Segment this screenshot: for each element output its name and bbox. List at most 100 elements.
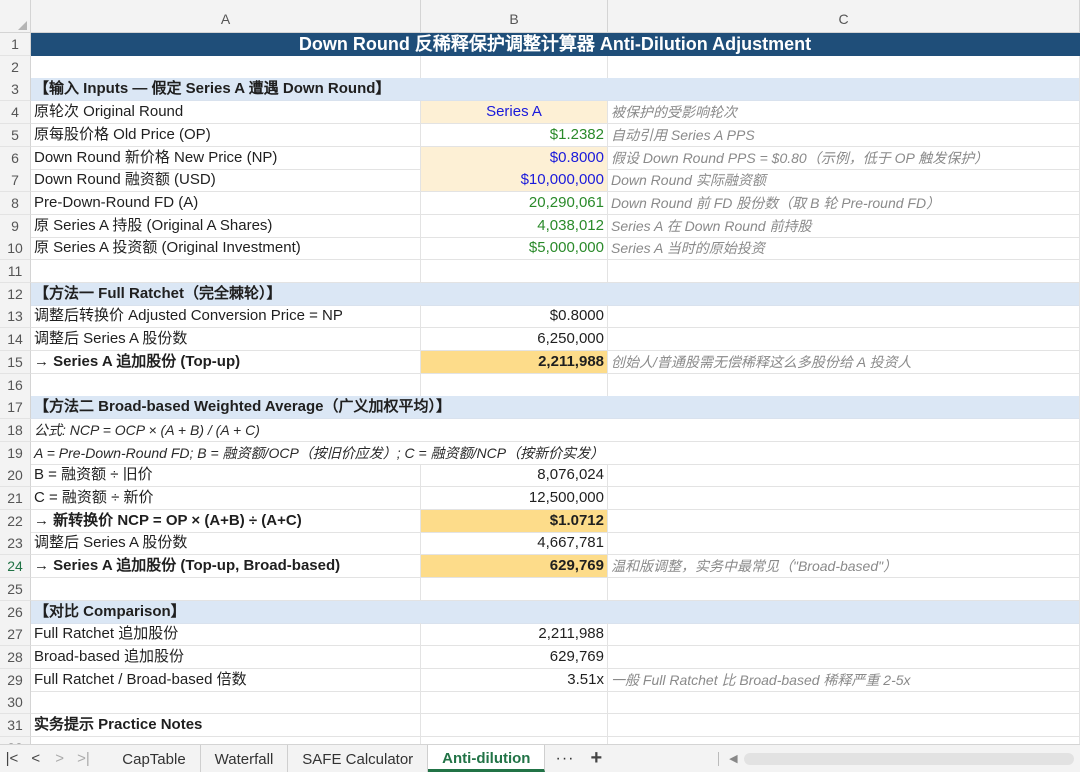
cell-c[interactable]: 一般 Full Ratchet 比 Broad-based 稀释严重 2-5x bbox=[608, 668, 1080, 692]
row-number[interactable]: 12 bbox=[0, 282, 31, 306]
cell-c[interactable] bbox=[608, 691, 1080, 715]
row-number[interactable]: 19 bbox=[0, 441, 31, 465]
cell-c[interactable]: 自动引用 Series A PPS bbox=[608, 123, 1080, 147]
row-number[interactable]: 17 bbox=[0, 396, 31, 420]
row-number[interactable]: 11 bbox=[0, 260, 31, 283]
cell-b[interactable]: $0.8000 bbox=[421, 146, 608, 170]
scroll-left-icon[interactable]: ◀ bbox=[729, 752, 737, 765]
cell-b[interactable]: 629,769 bbox=[421, 645, 608, 669]
cell-c[interactable] bbox=[608, 623, 1080, 647]
cell-c[interactable] bbox=[608, 532, 1080, 556]
more-sheets-icon[interactable]: ··· bbox=[545, 750, 584, 768]
cell-a[interactable]: Down Round 融资额 (USD) bbox=[31, 169, 421, 193]
row-number[interactable]: 7 bbox=[0, 169, 31, 193]
cell-a[interactable] bbox=[31, 260, 421, 283]
column-header-a[interactable]: A bbox=[31, 0, 421, 33]
row-number[interactable]: 25 bbox=[0, 577, 31, 601]
prev-sheet-icon[interactable]: < bbox=[24, 750, 48, 767]
cell-b[interactable] bbox=[421, 373, 608, 397]
cell-c[interactable] bbox=[608, 260, 1080, 283]
cell-a[interactable]: C = 融资额 ÷ 新价 bbox=[31, 487, 421, 510]
cell-b[interactable]: $1.2382 bbox=[421, 123, 608, 147]
cell-a[interactable]: 调整后 Series A 股份数 bbox=[31, 328, 421, 352]
cell-a[interactable] bbox=[31, 691, 421, 715]
row-number[interactable]: 10 bbox=[0, 237, 31, 261]
tab-safe-calculator[interactable]: SAFE Calculator bbox=[288, 745, 429, 772]
section-header-cell[interactable]: 【输入 Inputs — 假定 Series A 遭遇 Down Round】 bbox=[31, 78, 1080, 102]
cell-a[interactable]: → 新转换价 NCP = OP × (A+B) ÷ (A+C) bbox=[31, 509, 421, 533]
cell-c[interactable] bbox=[608, 55, 1080, 79]
row-number[interactable]: 14 bbox=[0, 328, 31, 352]
cell-a[interactable]: 原轮次 Original Round bbox=[31, 101, 421, 125]
row-number[interactable]: 13 bbox=[0, 305, 31, 329]
cell-b[interactable]: $10,000,000 bbox=[421, 169, 608, 193]
section-header-cell[interactable]: 【方法二 Broad-based Weighted Average（广义加权平均… bbox=[31, 396, 1080, 420]
row-number[interactable]: 1 bbox=[0, 33, 31, 56]
row-number[interactable]: 26 bbox=[0, 600, 31, 624]
cell-a[interactable]: → Series A 追加股份 (Top-up) bbox=[31, 350, 421, 374]
tab-captable[interactable]: CapTable bbox=[108, 745, 201, 772]
column-header-b[interactable]: B bbox=[421, 0, 608, 33]
first-sheet-icon[interactable]: |< bbox=[0, 750, 24, 767]
cell-a[interactable]: 实务提示 Practice Notes bbox=[31, 714, 421, 737]
section-header-cell[interactable]: 【对比 Comparison】 bbox=[31, 600, 1080, 624]
cell-c[interactable] bbox=[608, 645, 1080, 669]
cell-b[interactable] bbox=[421, 736, 608, 744]
formula-note-cell[interactable]: 公式: NCP = OCP × (A + B) / (A + C) bbox=[31, 418, 1080, 442]
row-number[interactable]: 2 bbox=[0, 55, 31, 79]
cell-a[interactable]: Full Ratchet 追加股份 bbox=[31, 623, 421, 647]
select-all-corner[interactable] bbox=[0, 0, 31, 33]
cell-b[interactable]: 629,769 bbox=[421, 555, 608, 579]
cell-b[interactable]: 2,211,988 bbox=[421, 623, 608, 647]
row-number[interactable]: 22 bbox=[0, 509, 31, 533]
cell-b[interactable]: 4,038,012 bbox=[421, 214, 608, 238]
row-number[interactable]: 24 bbox=[0, 555, 31, 579]
row-number[interactable]: 29 bbox=[0, 668, 31, 692]
cell-b[interactable]: $1.0712 bbox=[421, 509, 608, 533]
row-number[interactable]: 18 bbox=[0, 418, 31, 442]
cell-c[interactable]: Series A 当时的原始投资 bbox=[608, 237, 1080, 261]
cell-c[interactable] bbox=[608, 373, 1080, 397]
cell-c[interactable] bbox=[608, 577, 1080, 601]
cell-c[interactable]: 被保护的受影响轮次 bbox=[608, 101, 1080, 125]
cell-b[interactable] bbox=[421, 691, 608, 715]
add-sheet-button[interactable]: + bbox=[584, 747, 608, 770]
cell-b[interactable]: Series A bbox=[421, 101, 608, 125]
row-number[interactable]: 3 bbox=[0, 78, 31, 102]
cell-a[interactable]: 调整后 Series A 股份数 bbox=[31, 532, 421, 556]
cell-a[interactable]: Pre-Down-Round FD (A) bbox=[31, 191, 421, 215]
cell-b[interactable]: $0.8000 bbox=[421, 305, 608, 329]
cell-b[interactable] bbox=[421, 55, 608, 79]
tab-anti-dilution[interactable]: Anti-dilution bbox=[428, 745, 546, 772]
cell-a[interactable]: Broad-based 追加股份 bbox=[31, 645, 421, 669]
cell-c[interactable]: 温和版调整，实务中最常见（"Broad-based"） bbox=[608, 555, 1080, 579]
cell-b[interactable]: 2,211,988 bbox=[421, 350, 608, 374]
cell-c[interactable]: Down Round 实际融资额 bbox=[608, 169, 1080, 193]
row-number[interactable]: 20 bbox=[0, 464, 31, 488]
cell-a[interactable]: 原每股价格 Old Price (OP) bbox=[31, 123, 421, 147]
last-sheet-icon[interactable]: >| bbox=[72, 750, 96, 767]
cell-c[interactable]: Series A 在 Down Round 前持股 bbox=[608, 214, 1080, 238]
row-number[interactable]: 16 bbox=[0, 373, 31, 397]
cell-a[interactable]: 原 Series A 持股 (Original A Shares) bbox=[31, 214, 421, 238]
cell-b[interactable]: 20,290,061 bbox=[421, 191, 608, 215]
cell-a[interactable]: → Series A 追加股份 (Top-up, Broad-based) bbox=[31, 555, 421, 579]
cell-b[interactable] bbox=[421, 260, 608, 283]
cell-a[interactable]: Down Round 新价格 New Price (NP) bbox=[31, 146, 421, 170]
cell-a[interactable]: Full Ratchet / Broad-based 倍数 bbox=[31, 668, 421, 692]
cell-c[interactable] bbox=[608, 509, 1080, 533]
next-sheet-icon[interactable]: > bbox=[48, 750, 72, 767]
cell-b[interactable]: 8,076,024 bbox=[421, 464, 608, 488]
cell-c[interactable] bbox=[608, 328, 1080, 352]
sheet-title-cell[interactable]: Down Round 反稀释保护调整计算器 Anti-Dilution Adju… bbox=[31, 33, 1080, 56]
row-number[interactable]: 21 bbox=[0, 487, 31, 510]
cell-c[interactable] bbox=[608, 464, 1080, 488]
row-number[interactable]: 32 bbox=[0, 736, 31, 744]
cell-a[interactable] bbox=[31, 55, 421, 79]
cell-b[interactable]: 3.51x bbox=[421, 668, 608, 692]
cell-b[interactable]: 6,250,000 bbox=[421, 328, 608, 352]
formula-note-cell[interactable]: A = Pre-Down-Round FD; B = 融资额/OCP（按旧价应发… bbox=[31, 441, 1080, 465]
row-number[interactable]: 30 bbox=[0, 691, 31, 715]
cell-b[interactable]: 12,500,000 bbox=[421, 487, 608, 510]
cell-c[interactable]: 假设 Down Round PPS = $0.80（示例，低于 OP 触发保护） bbox=[608, 146, 1080, 170]
